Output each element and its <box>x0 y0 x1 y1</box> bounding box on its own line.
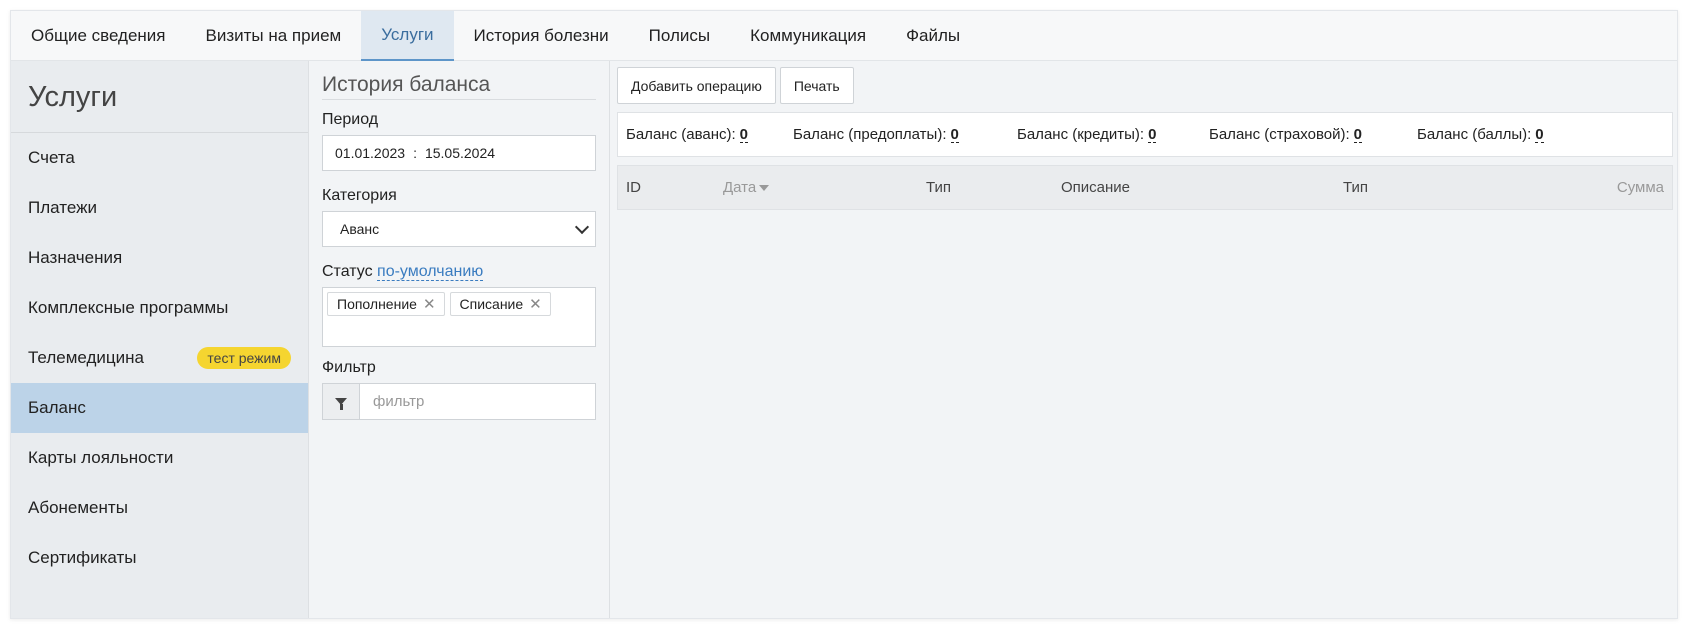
sidebar-item-subscriptions[interactable]: Абонементы <box>11 483 308 533</box>
status-chip-writeoff: Списание ✕ <box>449 292 551 316</box>
balance-value[interactable]: 0 <box>1353 127 1362 143</box>
add-operation-button[interactable]: Добавить операцию <box>617 67 776 104</box>
column-description[interactable]: Описание <box>1061 179 1130 196</box>
sidebar-title: Услуги <box>11 61 308 133</box>
category-value: Аванс <box>340 221 380 237</box>
balance-label: Баланс (аванс): <box>626 126 736 143</box>
sidebar-item-label: Счета <box>28 148 75 167</box>
sidebar-item-loyalty-cards[interactable]: Карты лояльности <box>11 433 308 483</box>
balance-value[interactable]: 0 <box>1535 127 1544 143</box>
period-separator: : <box>413 145 417 161</box>
tab-communication[interactable]: Коммуникация <box>730 11 886 61</box>
balance-advance: Баланс (аванс): 0 <box>626 126 793 143</box>
sort-desc-icon <box>759 185 770 192</box>
category-label: Категория <box>322 187 397 204</box>
balance-main: Добавить операцию Печать Баланс (аванс):… <box>611 61 1677 618</box>
column-date[interactable]: Дата <box>723 179 770 196</box>
category-select[interactable]: Аванс <box>322 211 596 247</box>
sidebar-item-label: Платежи <box>28 198 97 217</box>
remove-chip-icon[interactable]: ✕ <box>423 295 436 313</box>
column-amount[interactable]: Сумма <box>1617 179 1664 196</box>
balance-value[interactable]: 0 <box>950 127 959 143</box>
balance-label: Баланс (баллы): <box>1417 126 1532 143</box>
sidebar-item-invoices[interactable]: Счета <box>11 133 308 183</box>
filter-label: Фильтр <box>322 359 376 376</box>
funnel-icon <box>335 398 347 410</box>
remove-chip-icon[interactable]: ✕ <box>529 295 542 313</box>
balance-value[interactable]: 0 <box>739 127 749 143</box>
patient-card-window: Общие сведения Визиты на прием Услуги Ис… <box>10 10 1678 619</box>
balance-insurance: Баланс (страховой): 0 <box>1209 126 1417 143</box>
chip-label: Списание <box>459 296 524 312</box>
period-from: 01.01.2023 <box>335 145 406 161</box>
filter-addon <box>323 384 360 419</box>
tab-policies[interactable]: Полисы <box>629 11 730 61</box>
column-id[interactable]: ID <box>626 179 641 196</box>
status-chip-topup: Пополнение ✕ <box>327 292 445 316</box>
operations-table-header: ID Дата Тип Описание Тип Сумма <box>617 165 1673 210</box>
sidebar-item-assignments[interactable]: Назначения <box>11 233 308 283</box>
chevron-down-icon <box>574 219 590 234</box>
balance-label: Баланс (кредиты): <box>1017 126 1145 143</box>
tab-medical-history[interactable]: История болезни <box>454 11 629 61</box>
balance-value[interactable]: 0 <box>1148 127 1157 143</box>
filter-input-group <box>322 383 596 420</box>
column-type[interactable]: Тип <box>926 179 951 196</box>
sidebar-item-label: Телемедицина <box>28 348 144 367</box>
chip-label: Пополнение <box>337 296 417 312</box>
filter-panel: История баланса Период 01.01.2023 : 15.0… <box>309 61 610 618</box>
tab-general-info[interactable]: Общие сведения <box>11 11 186 61</box>
sidebar-item-telemedicine[interactable]: Телемедицина тест режим <box>11 333 308 383</box>
period-to: 15.05.2024 <box>424 145 496 161</box>
top-tabs: Общие сведения Визиты на прием Услуги Ис… <box>11 11 1677 61</box>
status-label-row: Статус по-умолчанию <box>322 263 596 281</box>
status-label: Статус <box>322 263 373 280</box>
balance-label: Баланс (предоплаты): <box>793 126 947 143</box>
sidebar-item-label: Баланс <box>28 398 86 417</box>
toolbar: Добавить операцию Печать <box>617 67 1673 104</box>
status-multiselect[interactable]: Пополнение ✕ Списание ✕ <box>322 287 596 347</box>
sidebar-item-label: Комплексные программы <box>28 298 229 317</box>
balance-summary: Баланс (аванс): 0 Баланс (предоплаты): 0… <box>617 112 1673 157</box>
sidebar-item-label: Сертификаты <box>28 548 137 567</box>
services-sidebar: Услуги Счета Платежи Назначения Комплекс… <box>11 61 309 618</box>
status-default-link[interactable]: по-умолчанию <box>377 263 484 281</box>
balance-credits: Баланс (кредиты): 0 <box>1017 126 1209 143</box>
tab-services[interactable]: Услуги <box>361 11 454 61</box>
sidebar-item-payments[interactable]: Платежи <box>11 183 308 233</box>
filter-input[interactable] <box>360 384 595 419</box>
sidebar-item-complex-programs[interactable]: Комплексные программы <box>11 283 308 333</box>
period-field[interactable]: 01.01.2023 : 15.05.2024 <box>322 135 596 171</box>
print-button[interactable]: Печать <box>779 67 854 104</box>
sidebar-item-label: Карты лояльности <box>28 448 174 467</box>
sidebar-item-label: Абонементы <box>28 498 128 517</box>
tab-visits[interactable]: Визиты на прием <box>186 11 362 61</box>
sidebar-item-certificates[interactable]: Сертификаты <box>11 533 308 583</box>
sidebar-item-balance[interactable]: Баланс <box>11 383 308 433</box>
column-type-2[interactable]: Тип <box>1343 179 1368 196</box>
sidebar-item-label: Назначения <box>28 248 123 267</box>
tab-files[interactable]: Файлы <box>886 11 980 61</box>
period-label: Период <box>322 111 379 128</box>
test-mode-badge: тест режим <box>197 347 291 369</box>
filter-panel-title: История баланса <box>322 73 596 100</box>
balance-prepayment: Баланс (предоплаты): 0 <box>793 126 1017 143</box>
balance-label: Баланс (страховой): <box>1209 126 1350 143</box>
balance-points: Баланс (баллы): 0 <box>1417 126 1544 143</box>
column-date-label: Дата <box>723 179 757 196</box>
